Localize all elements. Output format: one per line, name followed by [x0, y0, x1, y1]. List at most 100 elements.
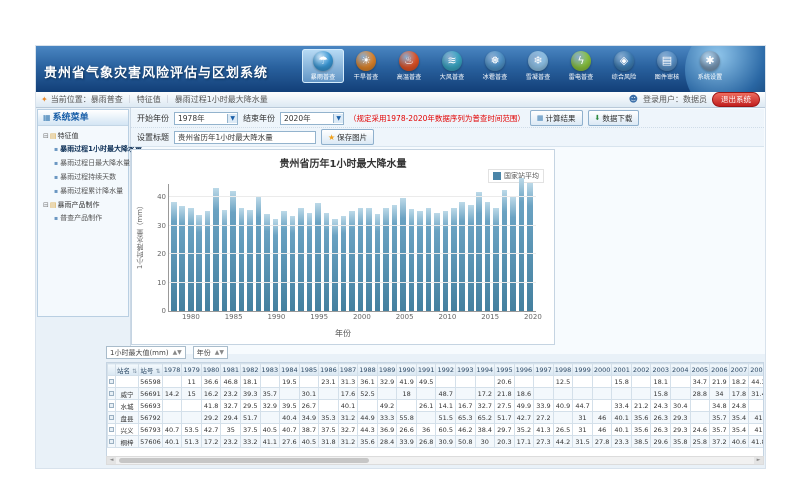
value-cell-1979 [182, 412, 202, 424]
tree-item[interactable]: ▪暴雨过程持续天数 [40, 170, 128, 184]
column-header-station-id[interactable]: 站号 ⇅ [139, 364, 163, 376]
column-header-year-1999[interactable]: 1999 [573, 364, 593, 376]
bar-1983 [213, 188, 219, 311]
value-cell-1999: 44.7 [573, 400, 593, 412]
value-cell-1979: 53.5 [182, 424, 202, 436]
download-data-button[interactable]: ⬇数据下载 [588, 110, 640, 126]
breadcrumb-item-module[interactable]: 暴雨普查 [91, 94, 123, 105]
value-cell-1994: 65.2 [475, 412, 495, 424]
column-header-year-1980[interactable]: 1980 [201, 364, 221, 376]
column-header-year-2003[interactable]: 2003 [651, 364, 671, 376]
nav-module-label: 雪凝普查 [520, 73, 557, 82]
station-id-cell: 56793 [139, 424, 163, 436]
row-select-cell[interactable] [108, 388, 116, 400]
nav-module-wind[interactable]: ≋大风普查 [431, 49, 473, 83]
column-header-year-1983[interactable]: 1983 [260, 364, 280, 376]
start-year-select[interactable]: 1978年▼ [174, 112, 238, 125]
column-header-year-1985[interactable]: 1985 [299, 364, 319, 376]
bar-1996 [324, 213, 330, 311]
nav-module-snow[interactable]: ❄雪凝普查 [517, 49, 559, 83]
column-header-year-1986[interactable]: 1986 [319, 364, 339, 376]
column-header-year-1996[interactable]: 1996 [514, 364, 534, 376]
column-header-year-1989[interactable]: 1989 [377, 364, 397, 376]
tree-folder[interactable]: ⊟▤暴雨产品制作 [40, 198, 128, 211]
column-header-year-1981[interactable]: 1981 [221, 364, 241, 376]
tree-item-label: 暴雨过程持续天数 [60, 173, 116, 181]
chart-title-input[interactable] [174, 131, 316, 144]
bar-1995 [315, 203, 321, 311]
row-select-cell[interactable] [108, 436, 116, 448]
column-header-year-2001[interactable]: 2001 [612, 364, 632, 376]
column-header-year-1990[interactable]: 1990 [397, 364, 417, 376]
tree-item[interactable]: ▪普查产品制作 [40, 211, 128, 225]
logout-button[interactable]: 退出系统 [712, 92, 760, 107]
row-select-cell[interactable] [108, 376, 116, 388]
nav-module-rain[interactable]: ☂暴雨普查 [302, 49, 344, 83]
column-header-year-1997[interactable]: 1997 [534, 364, 554, 376]
value-cell-1994: 38.4 [475, 424, 495, 436]
column-header-year-1979[interactable]: 1979 [182, 364, 202, 376]
column-header-year-1987[interactable]: 1987 [338, 364, 358, 376]
scrollbar-thumb[interactable] [119, 458, 369, 463]
chart-title-label: 设置标题 [137, 132, 169, 143]
value-cell-1981: 29.4 [221, 412, 241, 424]
sort-arrows-icon: ⇅ [155, 368, 160, 375]
column-header-station-name[interactable]: 站名 ⇅ [116, 364, 139, 376]
row-select-cell[interactable] [108, 400, 116, 412]
nav-module-hail[interactable]: ❅冰雹普查 [474, 49, 516, 83]
save-image-button[interactable]: ★保存图片 [321, 129, 374, 145]
column-header-year-2007[interactable]: 2007 [729, 364, 749, 376]
value-cell-2004 [671, 376, 691, 388]
column-header-year-2000[interactable]: 2000 [592, 364, 612, 376]
breadcrumb-item-page[interactable]: 暴雨过程1小时最大降水量 [175, 94, 268, 105]
column-header-year-2004[interactable]: 2004 [671, 364, 691, 376]
calculate-button[interactable]: ▦计算结果 [530, 110, 583, 126]
nav-module-label: 暴雨普查 [305, 73, 342, 82]
value-cell-2005: 25.8 [690, 436, 710, 448]
column-header-year-2008[interactable]: 2008 [749, 364, 764, 376]
value-cell-2001 [612, 388, 632, 400]
value-cell-1978 [162, 412, 182, 424]
column-header-year-1994[interactable]: 1994 [475, 364, 495, 376]
value-cell-1991 [416, 388, 436, 400]
nav-module-review[interactable]: ▤图件审核 [646, 49, 688, 83]
scroll-right-icon[interactable]: ► [754, 457, 763, 464]
column-header-year-2002[interactable]: 2002 [631, 364, 651, 376]
end-year-select[interactable]: 2020年▼ [280, 112, 344, 125]
tree-folder[interactable]: ⊟▤特征值 [40, 129, 128, 142]
value-column-filter[interactable]: 1小时最大值(mm)▲▼ [106, 346, 186, 359]
breadcrumb-item-category[interactable]: 特征值 [137, 94, 161, 105]
column-header-year-1982[interactable]: 1982 [240, 364, 260, 376]
nav-module-lightning[interactable]: ϟ雷电普查 [560, 49, 602, 83]
tree-item[interactable]: ▪暴雨过程1小时最大降水量 [40, 142, 128, 156]
value-cell-2000: 27.8 [592, 436, 612, 448]
year-column-filter[interactable]: 年份▲▼ [193, 346, 228, 359]
column-header-year-1998[interactable]: 1998 [553, 364, 573, 376]
column-header-year-1988[interactable]: 1988 [358, 364, 378, 376]
tree-item[interactable]: ▪暴雨过程日最大降水量 [40, 156, 128, 170]
nav-module-heat[interactable]: ♨高温普查 [388, 49, 430, 83]
row-expand-icon [109, 403, 114, 408]
column-header-year-1995[interactable]: 1995 [495, 364, 515, 376]
column-header-year-1991[interactable]: 1991 [416, 364, 436, 376]
value-cell-2000 [592, 388, 612, 400]
column-header-year-1984[interactable]: 1984 [280, 364, 300, 376]
nav-module-drought[interactable]: ☀干旱普查 [345, 49, 387, 83]
column-header-year-1993[interactable]: 1993 [456, 364, 476, 376]
horizontal-scrollbar[interactable]: ◄ ► [106, 456, 764, 465]
value-cell-1984: 40.7 [280, 424, 300, 436]
row-select-cell[interactable] [108, 424, 116, 436]
bar-2019 [519, 178, 525, 311]
nav-module-settings[interactable]: ✱系统设置 [689, 49, 731, 83]
column-header-year-1978[interactable]: 1978 [162, 364, 182, 376]
station-data-table-wrap: 站名 ⇅站号 ⇅19781979198019811982198319841985… [106, 362, 764, 457]
column-header-year-2006[interactable]: 2006 [710, 364, 730, 376]
tree-item[interactable]: ▪暴雨过程累计降水量 [40, 184, 128, 198]
column-header-year-1992[interactable]: 1992 [436, 364, 456, 376]
scroll-left-icon[interactable]: ◄ [107, 457, 116, 464]
leaf-icon: ▪ [54, 160, 58, 167]
column-header-year-2005[interactable]: 2005 [690, 364, 710, 376]
row-select-cell[interactable] [108, 412, 116, 424]
nav-module-risk[interactable]: ◈综合风险 [603, 49, 645, 83]
tree-folder-label: 暴雨产品制作 [58, 201, 100, 209]
